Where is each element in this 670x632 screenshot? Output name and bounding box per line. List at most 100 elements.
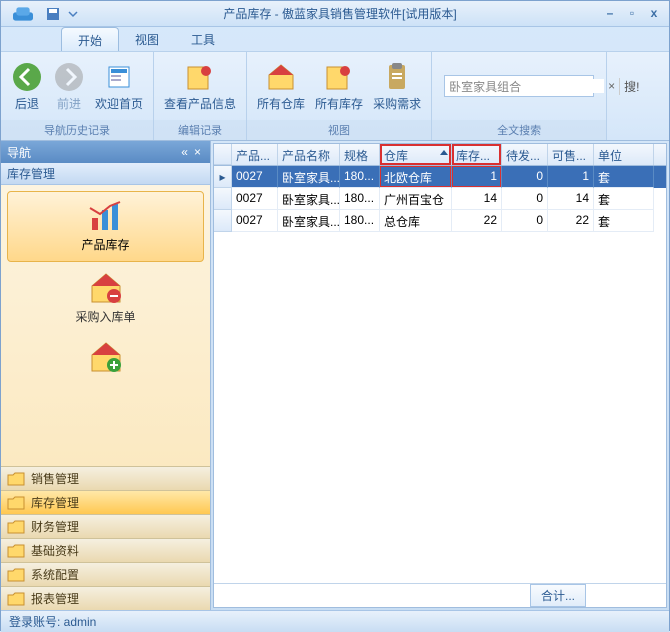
purchase-icon [381,61,413,93]
folder-icon [7,592,25,606]
nav-item-add-stock[interactable] [7,341,204,373]
qat-dropdown-icon[interactable] [65,6,81,22]
maximize-button[interactable]: ▫ [623,6,641,22]
cell: 14 [548,188,594,210]
forward-icon [53,61,85,93]
ribbon-btn-all-stock[interactable]: 所有库存 [311,59,367,114]
sidebar-body: 产品库存 采购入库单 [1,185,210,466]
table-row[interactable]: ▸0027卧室家具...180...北欧仓库101套 [214,166,666,188]
tab-view[interactable]: 视图 [119,27,175,51]
qat-save-icon[interactable] [45,6,61,22]
tab-tools[interactable]: 工具 [175,27,231,51]
ribbon-btn-all-wh[interactable]: 所有仓库 [253,59,309,114]
cell: 0 [502,188,548,210]
row-indicator [214,210,232,232]
cell: 180... [340,210,380,232]
folder-icon [7,520,25,534]
all-wh-icon [265,61,297,93]
sidebar-section-inventory[interactable]: 库存管理 [1,163,210,185]
grid-column-header[interactable]: 仓库 [380,144,452,165]
grid-column-header[interactable]: 单位 [594,144,654,165]
folder-icon [7,472,25,486]
clear-icon[interactable]: × [608,79,615,93]
ribbon-group: ×搜!全文搜索 [432,52,607,140]
grid-header: 产品...产品名称规格仓库库存...待发...可售...单位 [214,144,666,166]
sidebar-collapse-icon[interactable]: « [178,145,191,159]
grid-column-header[interactable]: 产品名称 [278,144,340,165]
window-title: 产品库存 - 傲蓝家具销售管理软件[试用版本] [83,5,597,22]
grid-column-header[interactable]: 库存... [452,144,502,165]
grid-column-header[interactable]: 可售... [548,144,594,165]
ribbon-btn-home[interactable]: 欢迎首页 [91,59,147,114]
fulltext-search: ×搜! [444,75,594,97]
sidebar: 导航 « × 库存管理 产品库存 采购入库单 [1,141,211,610]
ribbon-btn-product-info[interactable]: 查看产品信息 [160,59,240,114]
nav-item-purchase-in[interactable]: 采购入库单 [7,272,204,325]
cell: 卧室家具... [278,188,340,210]
sidebar-header: 导航 « × [1,141,210,163]
ribbon-btn-forward: 前进 [49,59,89,114]
grid-column-header[interactable]: 待发... [502,144,548,165]
cell: 总仓库 [380,210,452,232]
cell: 14 [452,188,502,210]
home-icon [103,61,135,93]
grid-column-header[interactable]: 规格 [340,144,380,165]
nav-card-product-stock[interactable]: 产品库存 [7,191,204,262]
cell: 1 [548,166,594,188]
row-indicator: ▸ [214,166,232,188]
ribbon-btn-purchase[interactable]: 采购需求 [369,59,425,114]
cell: 卧室家具... [278,210,340,232]
grid-body: ▸0027卧室家具...180...北欧仓库101套0027卧室家具...180… [214,166,666,583]
product-info-icon [184,61,216,93]
cell: 0027 [232,166,278,188]
sidebar-close-icon[interactable]: × [191,145,204,159]
sidebar-accordion: 销售管理库存管理财务管理基础资料系统配置报表管理 [1,466,210,610]
accordion-item[interactable]: 基础资料 [1,538,210,562]
grid-column-header[interactable]: 产品... [232,144,278,165]
cell: 0027 [232,210,278,232]
cell: 广州百宝仓 [380,188,452,210]
cell: 套 [594,166,654,188]
folder-icon [7,496,25,510]
ribbon-btn-back[interactable]: 后退 [7,59,47,114]
total-button[interactable]: 合计... [530,584,586,607]
close-button[interactable]: x [645,6,663,22]
cell: 0027 [232,188,278,210]
cell: 卧室家具... [278,166,340,188]
cell: 22 [452,210,502,232]
titlebar: 产品库存 - 傲蓝家具销售管理软件[试用版本] – ▫ x [1,1,669,27]
cell: 0 [502,166,548,188]
data-grid: 产品...产品名称规格仓库库存...待发...可售...单位 ▸0027卧室家具… [213,143,667,608]
ribbon-group: 查看产品信息编辑记录 [154,52,247,140]
grid-footer: 合计... [214,583,666,607]
login-account-label: 登录账号: admin [9,613,96,630]
chart-bars-icon [86,200,126,232]
accordion-item[interactable]: 系统配置 [1,562,210,586]
statusbar: 登录账号: admin [1,610,669,632]
back-icon [11,61,43,93]
all-stock-icon [323,61,355,93]
cell: 22 [548,210,594,232]
tab-start[interactable]: 开始 [61,27,119,51]
house-plus-icon [88,341,124,373]
accordion-item[interactable]: 财务管理 [1,514,210,538]
ribbon: 后退前进欢迎首页导航历史记录查看产品信息编辑记录所有仓库所有库存采购需求视图×搜… [1,51,669,141]
table-row[interactable]: 0027卧室家具...180...广州百宝仓14014套 [214,188,666,210]
folder-icon [7,568,25,582]
cell: 套 [594,210,654,232]
table-row[interactable]: 0027卧室家具...180...总仓库22022套 [214,210,666,232]
cell: 北欧仓库 [380,166,452,188]
cell: 1 [452,166,502,188]
cell: 180... [340,166,380,188]
accordion-item[interactable]: 库存管理 [1,490,210,514]
search-input[interactable] [449,79,604,93]
ribbon-group: 后退前进欢迎首页导航历史记录 [1,52,154,140]
search-go-button[interactable]: 搜! [619,78,643,95]
accordion-item[interactable]: 报表管理 [1,586,210,610]
ribbon-tabs: 开始 视图 工具 [1,27,669,51]
minimize-button[interactable]: – [601,6,619,22]
row-indicator-header [214,144,232,165]
ribbon-group: 所有仓库所有库存采购需求视图 [247,52,432,140]
accordion-item[interactable]: 销售管理 [1,466,210,490]
app-logo-icon [7,4,39,24]
